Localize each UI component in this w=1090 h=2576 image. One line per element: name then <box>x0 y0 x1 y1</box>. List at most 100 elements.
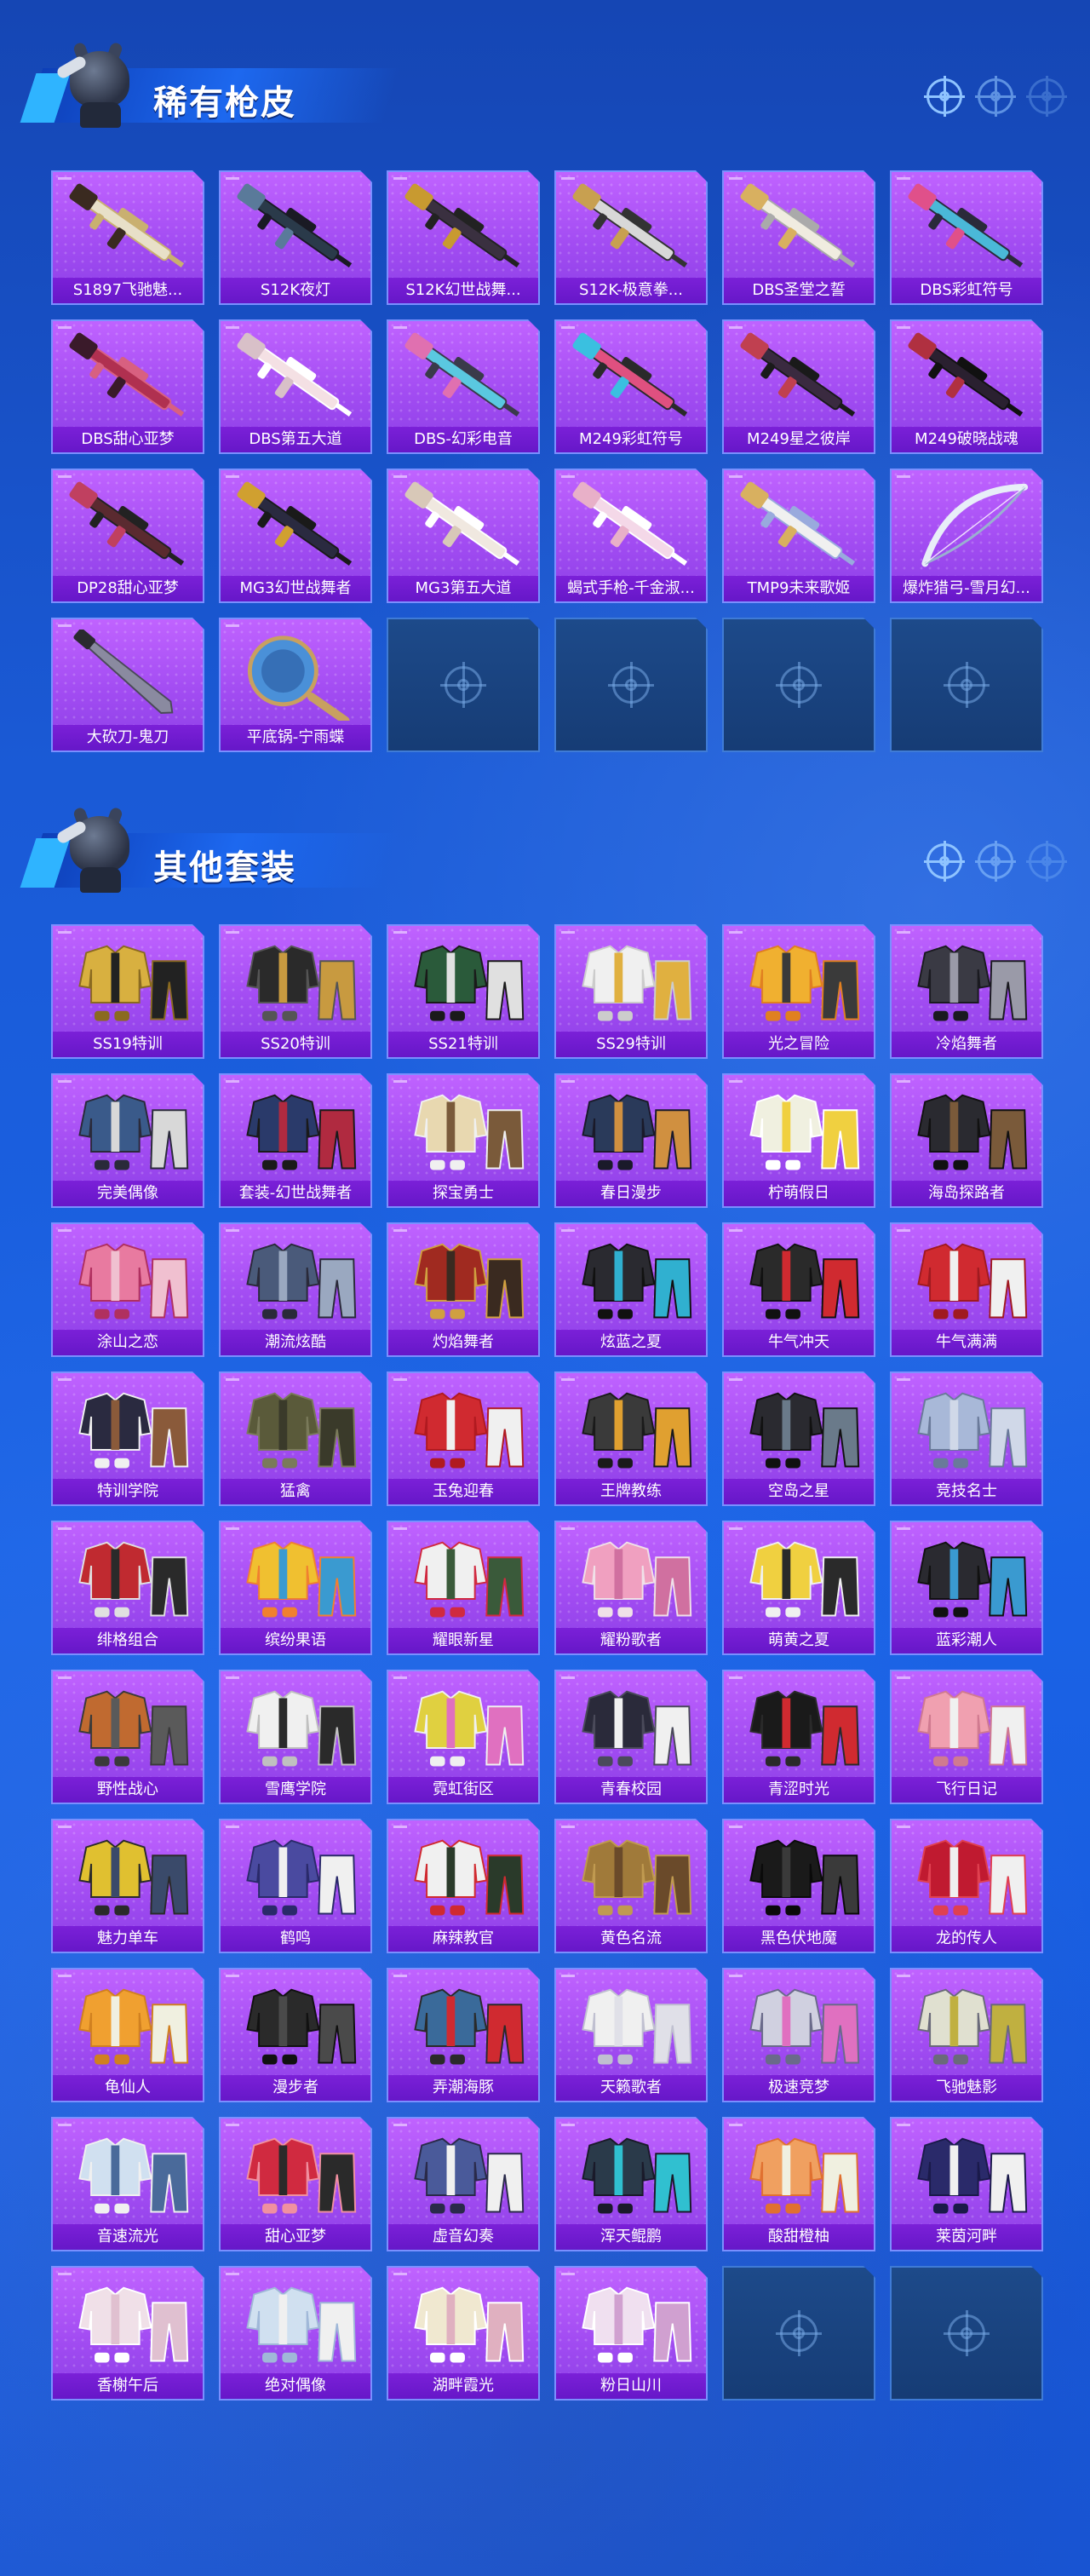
outfit-card[interactable]: 极速竞梦 <box>722 1968 875 2102</box>
outfit-card[interactable]: SS21特训 <box>387 924 540 1059</box>
outfit-card[interactable]: 牛气满满 <box>890 1222 1043 1357</box>
outfit-card[interactable]: 魅力单车 <box>51 1819 204 1953</box>
skin-card[interactable]: S12K夜灯 <box>219 170 372 305</box>
outfit-card[interactable]: 龟仙人 <box>51 1968 204 2102</box>
outfit-card[interactable]: 弄潮海豚 <box>387 1968 540 2102</box>
card-corner-accent <box>58 1826 72 1828</box>
skin-card[interactable]: 平底锅-宁雨蝶 <box>219 618 372 752</box>
outfit-card[interactable]: 龙的传人 <box>890 1819 1043 1953</box>
outfit-card[interactable]: 音速流光 <box>51 2117 204 2251</box>
gun-image <box>61 331 194 423</box>
outfit-card[interactable]: 耀眼新星 <box>387 1521 540 1655</box>
skin-card[interactable]: M249彩虹符号 <box>554 319 708 454</box>
outfit-card[interactable]: 柠萌假日 <box>722 1073 875 1208</box>
outfit-card[interactable]: 粉日山川 <box>554 2266 708 2401</box>
outfit-card[interactable]: 湖畔霞光 <box>387 2266 540 2401</box>
outfit-card[interactable]: 香榭午后 <box>51 2266 204 2401</box>
outfit-card[interactable]: 青涩时光 <box>722 1670 875 1804</box>
outfit-image <box>900 1085 1033 1176</box>
outfit-card[interactable]: 飞驰魅影 <box>890 1968 1043 2102</box>
outfit-card[interactable]: 牛气冲天 <box>722 1222 875 1357</box>
item-label: 柠萌假日 <box>724 1181 874 1206</box>
outfit-card[interactable]: 虚音幻奏 <box>387 2117 540 2251</box>
outfit-card[interactable]: 漫步者 <box>219 1968 372 2102</box>
skin-card[interactable]: DBS彩虹符号 <box>890 170 1043 305</box>
item-label: 野性战心 <box>53 1777 203 1803</box>
skin-card[interactable]: DBS圣堂之誓 <box>722 170 875 305</box>
outfit-card[interactable]: 空岛之星 <box>722 1371 875 1506</box>
outfit-card[interactable]: 猛禽 <box>219 1371 372 1506</box>
outfit-card[interactable]: 鹤鸣 <box>219 1819 372 1953</box>
skin-card[interactable]: M249破晓战魂 <box>890 319 1043 454</box>
outfit-card[interactable]: 黄色名流 <box>554 1819 708 1953</box>
outfit-card[interactable]: 莱茵河畔 <box>890 2117 1043 2251</box>
outfit-card[interactable]: 玉兔迎春 <box>387 1371 540 1506</box>
outfit-card[interactable]: SS19特训 <box>51 924 204 1059</box>
skin-card[interactable]: DBS甜心亚梦 <box>51 319 204 454</box>
skin-card[interactable]: TMP9未来歌姬 <box>722 469 875 603</box>
outfit-card[interactable]: 霓虹街区 <box>387 1670 540 1804</box>
skin-card[interactable]: DBS-幻彩电音 <box>387 319 540 454</box>
item-label: 大砍刀-鬼刀 <box>53 725 203 750</box>
outfit-card[interactable]: 套装-幻世战舞者 <box>219 1073 372 1208</box>
outfit-card[interactable]: 特训学院 <box>51 1371 204 1506</box>
outfit-card[interactable]: 竞技名士 <box>890 1371 1043 1506</box>
outfit-card[interactable]: 灼焰舞者 <box>387 1222 540 1357</box>
outfit-card[interactable]: 探宝勇士 <box>387 1073 540 1208</box>
outfit-card[interactable]: 耀粉歌者 <box>554 1521 708 1655</box>
empty-slot <box>722 618 875 752</box>
outfit-card[interactable]: 雪鹰学院 <box>219 1670 372 1804</box>
outfit-card[interactable]: 炫蓝之夏 <box>554 1222 708 1357</box>
outfit-card[interactable]: 天籁歌者 <box>554 1968 708 2102</box>
card-corner-accent <box>729 326 743 329</box>
outfit-card[interactable]: 青春校园 <box>554 1670 708 1804</box>
skin-card[interactable]: S12K-极意拳... <box>554 170 708 305</box>
outfit-card[interactable]: 黑色伏地魔 <box>722 1819 875 1953</box>
outfit-image <box>900 1682 1033 1773</box>
outfit-image <box>565 2278 697 2369</box>
outfit-card[interactable]: 萌黄之夏 <box>722 1521 875 1655</box>
skin-card[interactable]: DBS第五大道 <box>219 319 372 454</box>
skin-card[interactable]: M249星之彼岸 <box>722 319 875 454</box>
skin-card[interactable]: MG3幻世战舞者 <box>219 469 372 603</box>
card-corner-accent <box>393 475 407 478</box>
skin-card[interactable]: MG3第五大道 <box>387 469 540 603</box>
outfit-image <box>229 1383 362 1475</box>
outfit-card[interactable]: SS20特训 <box>219 924 372 1059</box>
outfit-card[interactable]: 王牌教练 <box>554 1371 708 1506</box>
outfit-card[interactable]: 完美偶像 <box>51 1073 204 1208</box>
skin-card[interactable]: S1897飞驰魅... <box>51 170 204 305</box>
item-label: S12K夜灯 <box>221 278 370 303</box>
outfit-image <box>565 1980 697 2071</box>
skin-card[interactable]: DP28甜心亚梦 <box>51 469 204 603</box>
outfit-card[interactable]: 潮流炫酷 <box>219 1222 372 1357</box>
outfit-card[interactable]: 麻辣教官 <box>387 1819 540 1953</box>
outfit-card[interactable]: 涂山之恋 <box>51 1222 204 1357</box>
outfit-card[interactable]: 冷焰舞者 <box>890 924 1043 1059</box>
outfit-card[interactable]: 绝对偶像 <box>219 2266 372 2401</box>
skin-card[interactable]: 蝎式手枪-千金淑... <box>554 469 708 603</box>
skin-card[interactable]: S12K幻世战舞... <box>387 170 540 305</box>
outfit-card[interactable]: 绯格组合 <box>51 1521 204 1655</box>
outfit-card[interactable]: 光之冒险 <box>722 924 875 1059</box>
gun-image <box>61 480 194 572</box>
item-label: 青涩时光 <box>724 1777 874 1803</box>
skin-card[interactable]: 大砍刀-鬼刀 <box>51 618 204 752</box>
item-label: M249星之彼岸 <box>724 427 874 452</box>
skin-card[interactable]: 爆炸猎弓-雪月幻... <box>890 469 1043 603</box>
outfit-card[interactable]: SS29特训 <box>554 924 708 1059</box>
card-corner-accent <box>561 1229 575 1232</box>
outfit-card[interactable]: 浑天鲲鹏 <box>554 2117 708 2251</box>
outfit-card[interactable]: 飞行日记 <box>890 1670 1043 1804</box>
item-label: 音速流光 <box>53 2224 203 2250</box>
outfit-card[interactable]: 蓝彩潮人 <box>890 1521 1043 1655</box>
outfit-image <box>565 936 697 1027</box>
outfit-card[interactable]: 酸甜橙柚 <box>722 2117 875 2251</box>
outfit-card[interactable]: 缤纷果语 <box>219 1521 372 1655</box>
outfit-card[interactable]: 甜心亚梦 <box>219 2117 372 2251</box>
card-corner-accent <box>58 1080 72 1083</box>
outfit-card[interactable]: 野性战心 <box>51 1670 204 1804</box>
outfit-card[interactable]: 海岛探路者 <box>890 1073 1043 1208</box>
outfit-card[interactable]: 春日漫步 <box>554 1073 708 1208</box>
card-corner-accent <box>561 1826 575 1828</box>
